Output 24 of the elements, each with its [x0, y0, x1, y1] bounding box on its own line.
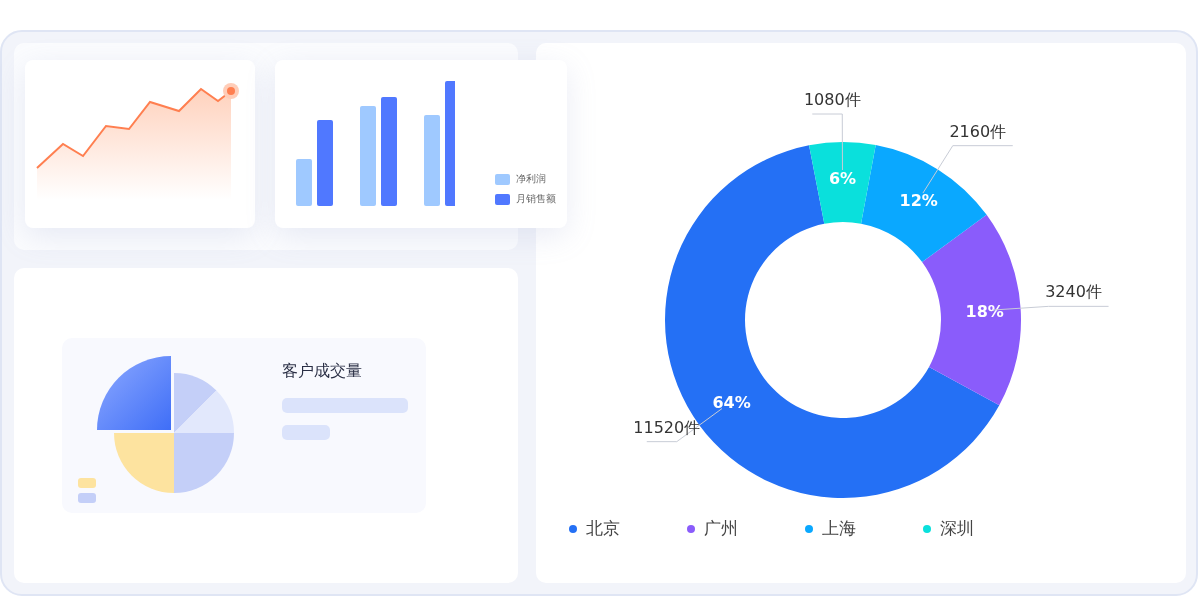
count-label: 3240件 — [1045, 282, 1102, 302]
pie-slice — [174, 372, 217, 433]
count-label: 1080件 — [803, 90, 861, 109]
legend-label: 月销售额 — [516, 192, 556, 206]
legend-label: 北京 — [586, 517, 620, 540]
percent-label: 12% — [899, 190, 938, 210]
pie-slice — [114, 432, 174, 493]
placeholder-bar — [282, 425, 330, 440]
pie-slice — [174, 390, 234, 433]
legend-label: 上海 — [822, 517, 856, 540]
pie-slice — [174, 432, 234, 493]
legend-label: 净利润 — [516, 172, 546, 186]
legend-swatch — [78, 477, 96, 488]
legend-label: 深圳 — [940, 517, 974, 540]
legend-label: 广州 — [704, 517, 738, 540]
legend-swatch — [78, 492, 96, 503]
leader-line — [811, 113, 843, 171]
percent-label: 6% — [828, 169, 857, 188]
card-title: 客户成交量 — [282, 361, 363, 382]
count-label: 11520件 — [633, 417, 701, 437]
count-label: 2160件 — [949, 121, 1007, 141]
chart-bar — [296, 159, 312, 206]
percent-label: 18% — [965, 301, 1004, 321]
percent-label: 64% — [712, 392, 751, 412]
